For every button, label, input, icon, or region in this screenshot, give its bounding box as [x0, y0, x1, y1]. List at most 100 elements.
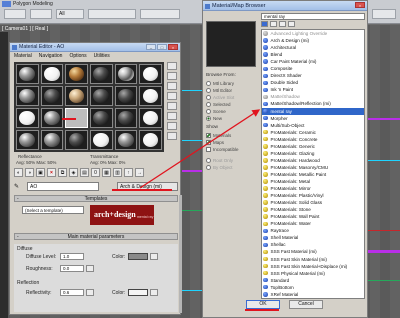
- show-option[interactable]: Materials: [206, 132, 258, 139]
- material-sample-slot[interactable]: [89, 130, 113, 150]
- reflection-color-map-button[interactable]: [150, 289, 158, 296]
- radio-button[interactable]: [206, 102, 211, 107]
- diffuse-color-swatch[interactable]: [128, 253, 148, 260]
- list-item[interactable]: SSS Fast Material (mi): [262, 248, 364, 255]
- material-sample-slot[interactable]: [139, 86, 162, 106]
- pick-material-icon[interactable]: ✎: [14, 183, 19, 190]
- show-map-button[interactable]: ▦: [102, 168, 111, 177]
- material-editor-scrollbar[interactable]: [179, 195, 182, 313]
- browse-from-option[interactable]: New: [206, 115, 258, 122]
- material-sample-slot[interactable]: [139, 130, 162, 150]
- minimize-button[interactable]: –: [146, 44, 156, 50]
- list-item[interactable]: Architectural: [262, 44, 364, 51]
- material-sample-slot[interactable]: [40, 64, 64, 84]
- browse-from-option[interactable]: Mtl Library: [206, 80, 258, 87]
- radio-button[interactable]: [206, 81, 211, 86]
- list-item[interactable]: Multi/Sub-Object: [262, 122, 364, 129]
- checkbox[interactable]: [206, 147, 211, 152]
- go-parent-button[interactable]: ↑: [124, 168, 133, 177]
- material-name-input[interactable]: AO: [27, 182, 99, 191]
- render-button[interactable]: [372, 9, 396, 19]
- close-button[interactable]: ×: [168, 44, 178, 50]
- browse-from-option[interactable]: Scene: [206, 108, 258, 115]
- list-item[interactable]: Arch & Design (mi): [262, 37, 364, 44]
- templates-rollout[interactable]: - Templates: [14, 195, 178, 202]
- make-preview-button[interactable]: [167, 112, 177, 120]
- list-item[interactable]: Shellac: [262, 241, 364, 248]
- radio-button[interactable]: [206, 165, 211, 170]
- list-item[interactable]: Matte/Shadow: [262, 93, 364, 100]
- material-sample-slot[interactable]: [40, 108, 64, 128]
- view-list-icons-button[interactable]: [270, 21, 277, 27]
- list-item[interactable]: Shell Material: [262, 234, 364, 241]
- material-sample-slot[interactable]: [89, 86, 113, 106]
- checkbox[interactable]: [206, 140, 211, 145]
- list-item[interactable]: ProMaterials: Plastic/Vinyl: [262, 192, 364, 199]
- show-option[interactable]: Maps: [206, 139, 258, 146]
- video-check-button[interactable]: [167, 102, 177, 110]
- checkbox[interactable]: [206, 133, 211, 138]
- list-item[interactable]: ProMaterials: Metallic Paint: [262, 171, 364, 178]
- list-item[interactable]: XRef Material: [262, 291, 364, 298]
- viewport-label[interactable]: [ Camera01 ] [ Real ]: [2, 26, 48, 32]
- material-sample-slot[interactable]: [40, 130, 64, 150]
- cancel-button[interactable]: Cancel: [289, 300, 323, 309]
- show-option[interactable]: Incompatible: [206, 146, 258, 153]
- maximize-button[interactable]: □: [157, 44, 167, 50]
- view-list-button[interactable]: [261, 21, 268, 27]
- material-sample-slot[interactable]: [89, 108, 113, 128]
- list-item[interactable]: Composite: [262, 65, 364, 72]
- menu-material[interactable]: Material: [14, 53, 32, 59]
- list-item[interactable]: Morpher: [262, 115, 364, 122]
- make-unique-button[interactable]: ◈: [69, 168, 78, 177]
- view-large-icons-button[interactable]: [288, 21, 295, 27]
- list-item[interactable]: ProMaterials: Hardwood: [262, 157, 364, 164]
- radio-button[interactable]: [206, 109, 211, 114]
- material-sample-slot[interactable]: [16, 108, 39, 128]
- list-item[interactable]: ProMaterials: Stone: [262, 206, 364, 213]
- undo-button[interactable]: [4, 9, 26, 19]
- assign-material-button[interactable]: ▣: [36, 168, 45, 177]
- radio-button[interactable]: [206, 158, 211, 163]
- reflectivity-spinner[interactable]: 0.6: [60, 289, 84, 296]
- material-sample-slot[interactable]: [114, 108, 138, 128]
- list-item[interactable]: Car Paint Material (mi): [262, 58, 364, 65]
- material-sample-slot[interactable]: [65, 130, 88, 150]
- list-item[interactable]: ProMaterials: Mirror: [262, 185, 364, 192]
- uv-tiling-button[interactable]: [167, 92, 177, 100]
- view-small-icons-button[interactable]: [279, 21, 286, 27]
- material-sample-slot[interactable]: [89, 64, 113, 84]
- snap-tools[interactable]: [140, 9, 180, 19]
- roughness-map-button[interactable]: [86, 265, 94, 272]
- get-material-button[interactable]: ◐: [14, 168, 23, 177]
- template-select[interactable]: (Select a template): [22, 206, 84, 214]
- list-item[interactable]: ProMaterials: Concrete: [262, 136, 364, 143]
- list-item[interactable]: Matte/Shadow/Reflection (mi): [262, 100, 364, 107]
- list-item[interactable]: ProMaterials: Masonry/CMU: [262, 164, 364, 171]
- diffuse-map-button[interactable]: [150, 253, 158, 260]
- browse-from-option[interactable]: Mtl Editor: [206, 87, 258, 94]
- list-item[interactable]: Standard: [262, 277, 364, 284]
- transform-tools[interactable]: [88, 9, 136, 19]
- list-item[interactable]: ProMaterials: Generic: [262, 143, 364, 150]
- list-item[interactable]: DirectX Shader: [262, 72, 364, 79]
- radio-button[interactable]: [206, 95, 211, 100]
- ok-button[interactable]: OK: [246, 300, 280, 309]
- material-sample-slot[interactable]: [139, 108, 162, 128]
- material-sample-slot[interactable]: [16, 86, 39, 106]
- material-sample-slot[interactable]: [139, 64, 162, 84]
- put-library-button[interactable]: ▤: [80, 168, 89, 177]
- material-list[interactable]: Advanced Lighting Override Arch & Design …: [261, 29, 365, 299]
- radio-button[interactable]: [206, 116, 211, 121]
- options-button[interactable]: [167, 122, 177, 130]
- make-copy-button[interactable]: ⧉: [58, 168, 67, 177]
- material-sample-slot[interactable]: [114, 86, 138, 106]
- list-item[interactable]: Double Sided: [262, 79, 364, 86]
- go-sibling-button[interactable]: →: [135, 168, 144, 177]
- material-editor-titlebar[interactable]: Material Editor - AO – □ ×: [10, 43, 180, 52]
- menu-navigation[interactable]: Navigation: [39, 53, 63, 59]
- list-item[interactable]: ProMaterials: Metal: [262, 178, 364, 185]
- browse-from-option[interactable]: Selected: [206, 101, 258, 108]
- show-end-result-button[interactable]: ▥: [113, 168, 122, 177]
- list-item[interactable]: Blend: [262, 51, 364, 58]
